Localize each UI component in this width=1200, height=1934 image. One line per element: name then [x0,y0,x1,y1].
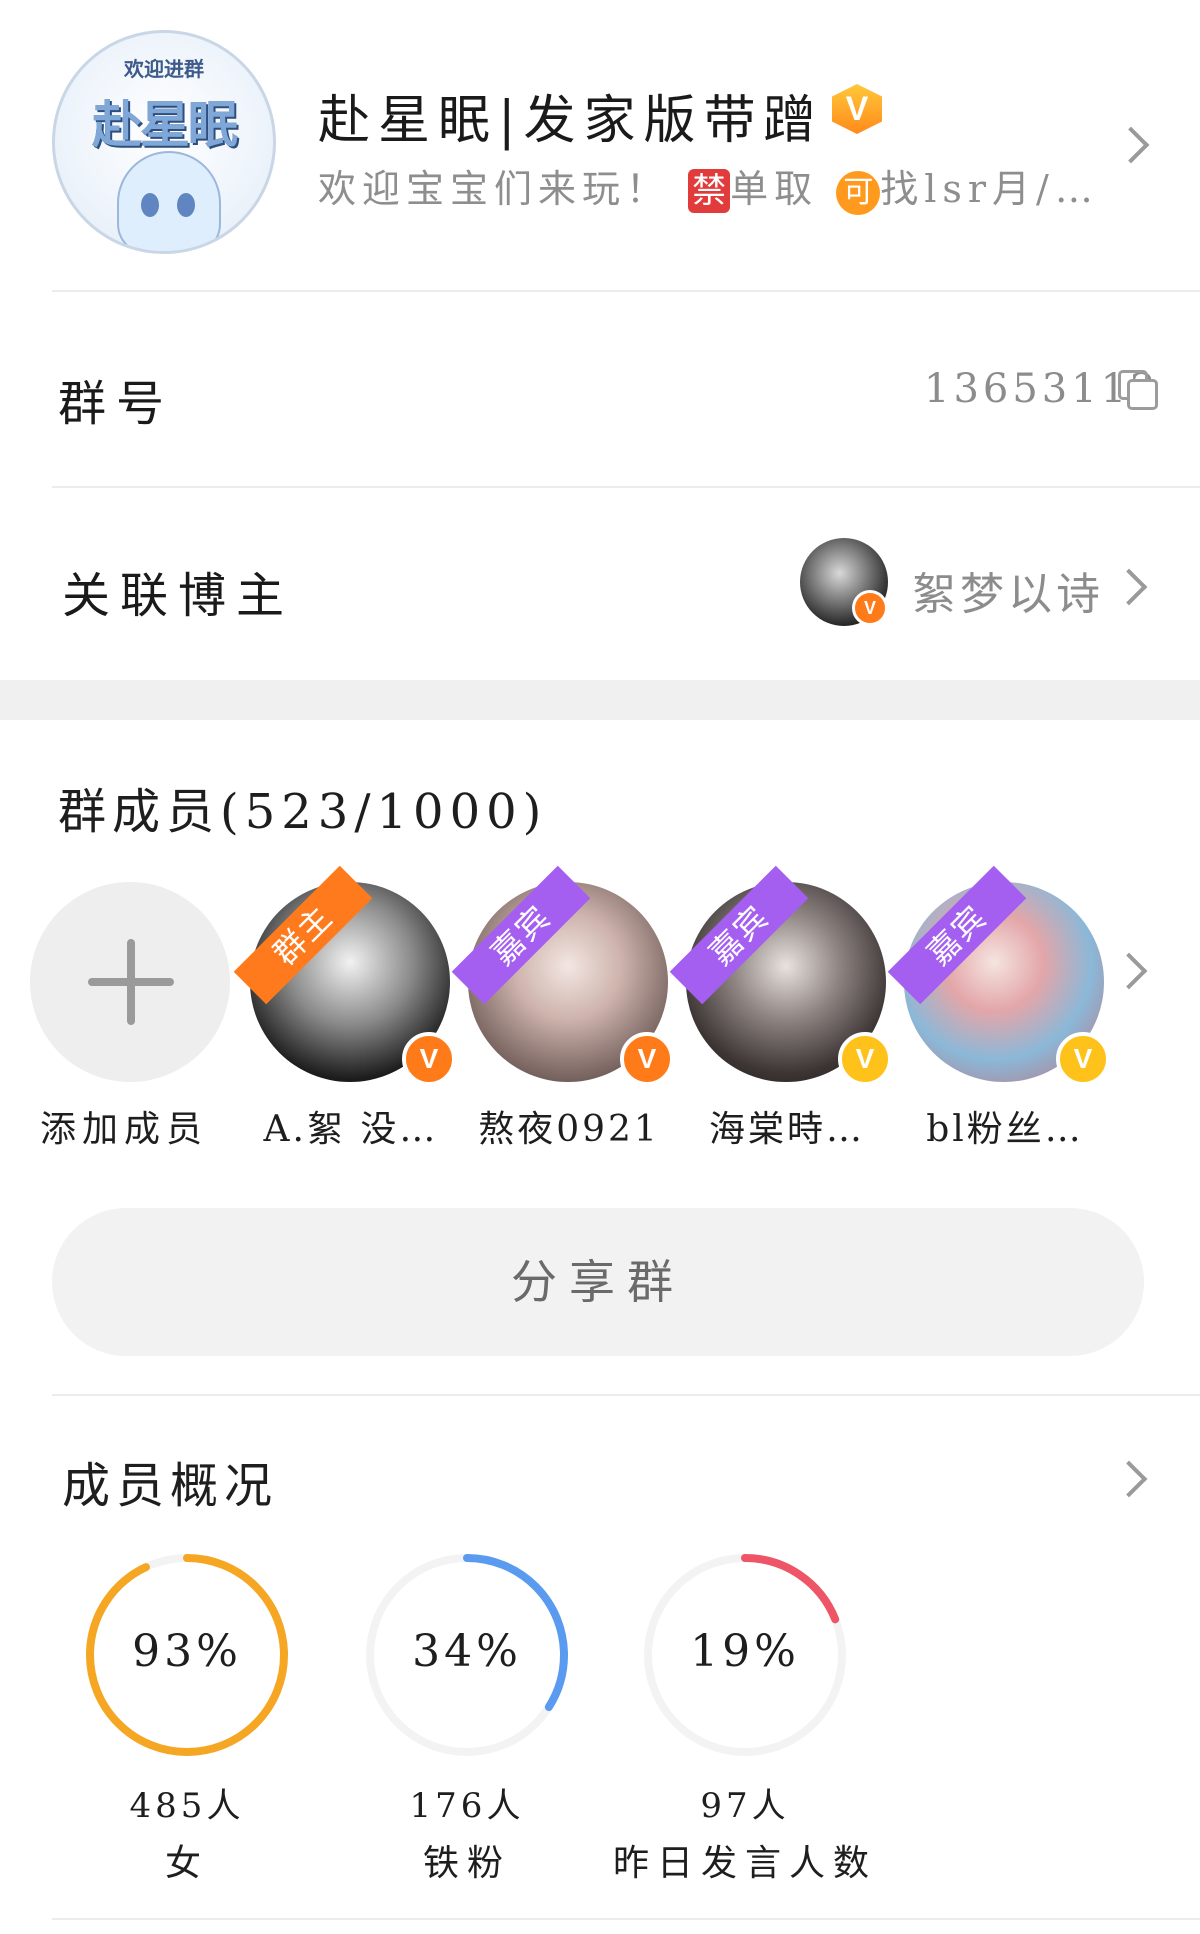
ring-count: 176人 [409,1786,525,1826]
role-ribbon: 嘉宾 [887,865,1027,1005]
role-ribbon: 群主 [233,865,373,1005]
desc-mid: 单取 [730,167,819,211]
avatar-face-illustration [117,151,221,251]
role-ribbon: 嘉宾 [451,865,591,1005]
ring-percent: 19% [690,1626,800,1677]
ring-label: 女 [164,1843,209,1884]
member-avatar[interactable]: 嘉宾 V [451,865,674,1086]
member-name: 熬夜0921 [478,1109,660,1150]
member-name: bl粉丝… [926,1109,1084,1150]
member-name: 海棠時… [708,1109,865,1150]
blogger-avatar[interactable]: V [800,538,888,626]
divider [52,1394,1200,1396]
member-avatar[interactable]: 群主 V [233,865,456,1086]
verified-badge-icon: V [838,1032,892,1086]
chevron-right-icon[interactable] [1112,126,1150,164]
chevron-right-icon[interactable] [1110,568,1148,606]
desc-suffix: 找lsr月/… [880,167,1099,211]
linked-blogger-name[interactable]: 絮梦以诗 [912,558,1104,622]
group-avatar[interactable]: 欢迎进群 赴星眠 [52,30,276,254]
group-avatar-caption: 欢迎进群 [124,57,204,81]
forbid-tag: 禁 [688,169,731,213]
member-name: A.絮 没… [263,1109,439,1150]
member-avatar[interactable]: 嘉宾 V [887,865,1110,1086]
members-title: 群成员(523/1000) [58,784,548,840]
add-member-label: 添加成员 [40,1109,209,1150]
verified-badge-icon: V [402,1032,456,1086]
chevron-right-icon[interactable] [1110,952,1148,990]
group-title: 赴星眠|发家版带蹭 [318,91,824,151]
share-group-button[interactable]: 分享群 [52,1208,1144,1356]
verified-badge-icon: V [1056,1032,1110,1086]
group-avatar-title: 赴星眠 [92,95,238,154]
ring-count: 97人 [700,1786,790,1826]
copy-icon[interactable] [1118,370,1158,410]
role-ribbon: 嘉宾 [669,865,809,1005]
ring-percent: 93% [132,1626,242,1677]
desc-prefix: 欢迎宝宝们来玩！ [318,167,671,211]
ring-count: 485人 [129,1786,245,1826]
member-avatar[interactable]: 嘉宾 V [669,865,892,1086]
group-description: 欢迎宝宝们来玩！ 禁单取 可找lsr月/… [318,158,1099,215]
divider [52,486,1200,488]
verified-badge-icon: V [832,84,882,134]
ring-label: 铁粉 [422,1843,511,1884]
group-number-label: 群号 [58,376,175,432]
ring-percent: 34% [412,1626,522,1677]
verified-badge-icon: V [620,1032,674,1086]
section-separator [0,680,1200,720]
allow-tag: 可 [836,171,881,215]
chevron-right-icon[interactable] [1110,1460,1148,1498]
verified-badge-icon: V [852,590,888,626]
divider [52,290,1200,292]
divider [52,1918,1200,1920]
add-member-button[interactable] [30,882,230,1082]
member-overview-title: 成员概况 [62,1458,279,1514]
ring-label: 昨日发言人数 [612,1843,877,1884]
linked-blogger-label: 关联博主 [62,568,295,624]
